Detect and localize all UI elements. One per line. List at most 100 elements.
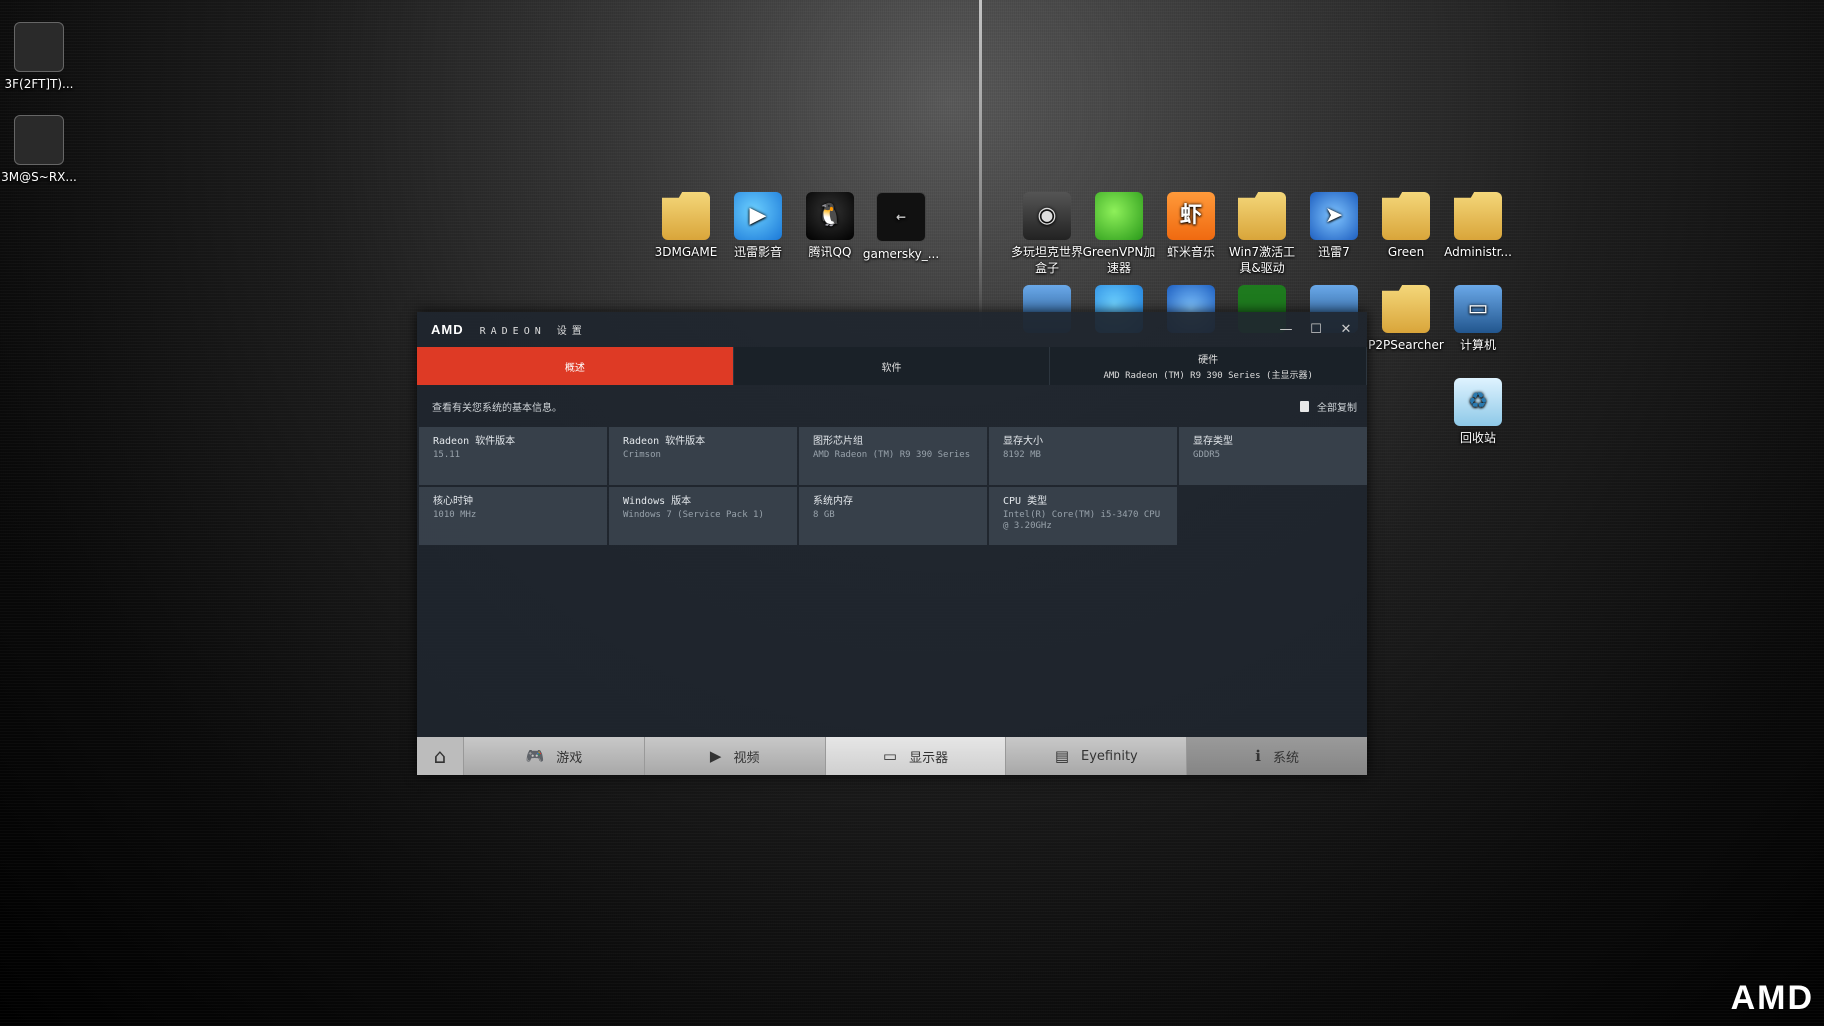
info-grid: Radeon 软件版本 15.11 Radeon 软件版本 Crimson 图形… [417, 427, 1367, 545]
cell-value: Crimson [623, 450, 661, 460]
cell-label: Windows 版本 [623, 496, 692, 507]
tab-label: 硬件 [1198, 355, 1219, 366]
nav-label: 显示器 [909, 750, 949, 766]
info-cell-software-version: Radeon 软件版本 15.11 [419, 427, 607, 485]
desktop-icon-administrator[interactable]: Administr... [1439, 192, 1517, 260]
cell-label: 显存类型 [1193, 436, 1233, 447]
folder-icon [1238, 192, 1286, 240]
cell-value: Windows 7 (Service Pack 1) [623, 510, 764, 520]
bottom-nav: ⌂ 🎮 游戏 ▶ 视频 ▭ 显示器 ▤ Eyefinity ℹ 系统 [417, 737, 1368, 775]
desktop-icon-label: Administr... [1444, 245, 1512, 259]
info-cell-graphics-chipset: 图形芯片组 AMD Radeon (TM) R9 390 Series [799, 427, 987, 485]
desktop-icon-label: Win7激活工具&驱动 [1228, 245, 1296, 275]
desktop-icon-xiami[interactable]: 虾 虾米音乐 [1152, 192, 1230, 260]
nav-video[interactable]: ▶ 视频 [644, 737, 826, 775]
desktop-icon-xunlei-player[interactable]: ▶ 迅雷影音 [719, 192, 797, 260]
home-icon: ⌂ [433, 744, 447, 768]
desktop-icon-3m[interactable]: 3M@S~RX... [0, 115, 78, 185]
amd-corner-logo: AMD [1730, 979, 1814, 1017]
cell-value: 15.11 [433, 450, 461, 460]
info-cell-system-memory: 系统内存 8 GB [799, 487, 987, 545]
title-bar[interactable]: AMD RADEON 设置 — ☐ ✕ [417, 312, 1367, 347]
desktop-icon-label: gamersky_... [862, 247, 940, 261]
desktop-icon-tank-box[interactable]: ◉ 多玩坦克世界盒子 [1008, 192, 1086, 276]
nav-eyefinity[interactable]: ▤ Eyefinity [1006, 737, 1188, 775]
info-cell-windows-version: Windows 版本 Windows 7 (Service Pack 1) [609, 487, 797, 545]
minimize-button[interactable]: — [1271, 318, 1301, 340]
tab-bar: 概述 软件 硬件 AMD Radeon (TM) R9 390 Series (… [417, 347, 1368, 385]
tab-software[interactable]: 软件 [733, 347, 1051, 385]
info-cell-core-clock: 核心时钟 1010 MHz [419, 487, 607, 545]
info-cell-empty [1179, 487, 1367, 545]
app-title: RADEON 设置 [479, 326, 587, 337]
leaf-icon [1095, 192, 1143, 240]
nav-display[interactable]: ▭ 显示器 [825, 737, 1007, 775]
desktop-icon-gamersky[interactable]: ← gamersky_... [862, 192, 940, 262]
cell-value: 8 GB [813, 510, 835, 520]
shortcut-file-icon: ← [876, 192, 926, 242]
tab-sublabel: AMD Radeon (TM) R9 390 Series (主显示器) [1103, 371, 1313, 381]
info-cell-software-edition: Radeon 软件版本 Crimson [609, 427, 797, 485]
maximize-button[interactable]: ☐ [1301, 318, 1331, 340]
nav-home-button[interactable]: ⌂ [417, 737, 464, 775]
cell-value: 8192 MB [1003, 450, 1041, 460]
close-button[interactable]: ✕ [1331, 318, 1361, 340]
tab-hardware[interactable]: 硬件 AMD Radeon (TM) R9 390 Series (主显示器) [1050, 347, 1368, 385]
desktop-icon-xunlei7[interactable]: ➤ 迅雷7 [1295, 192, 1373, 260]
radeon-settings-window: AMD RADEON 设置 — ☐ ✕ 概述 软件 硬件 AMD Radeon … [417, 312, 1368, 775]
desktop-icon-label: 回收站 [1459, 431, 1496, 445]
desktop-icon-label: 3DMGAME [654, 245, 718, 259]
nav-gaming[interactable]: 🎮 游戏 [463, 737, 645, 775]
copy-all-button[interactable]: 全部复制 [1300, 399, 1357, 414]
copy-all-label: 全部复制 [1317, 402, 1357, 414]
amd-logo: AMD [431, 322, 464, 337]
nav-label: Eyefinity [1081, 748, 1138, 764]
tab-overview[interactable]: 概述 [417, 347, 734, 385]
tab-label: 概述 [564, 362, 585, 374]
thunder-bird-icon: ➤ [1310, 192, 1358, 240]
nav-label: 视频 [733, 750, 760, 766]
desktop-icon-computer[interactable]: ▭ 计算机 [1439, 285, 1517, 353]
qq-penguin-icon: 🐧 [806, 192, 854, 240]
nav-system[interactable]: ℹ 系统 [1187, 737, 1368, 775]
play-icon: ▶ [709, 747, 722, 765]
cell-label: 图形芯片组 [813, 436, 863, 447]
desktop-icon-label: Green [1387, 245, 1425, 259]
cell-label: CPU 类型 [1003, 496, 1048, 507]
desktop-icon-p2psearcher[interactable]: P2PSearcher [1367, 285, 1445, 353]
desktop-icon-win7-tools[interactable]: Win7激活工具&驱动 [1223, 192, 1301, 276]
cell-label: 核心时钟 [433, 496, 473, 507]
user-folder-icon [1454, 192, 1502, 240]
clipboard-icon [1300, 400, 1309, 412]
info-icon: ℹ [1255, 747, 1261, 765]
desktop-icon-greenvpn[interactable]: GreenVPN加速器 [1080, 192, 1158, 276]
cell-label: Radeon 软件版本 [433, 436, 516, 447]
cell-value: 1010 MHz [433, 510, 477, 520]
desktop-icon-green[interactable]: Green [1367, 192, 1445, 260]
folder-icon [662, 192, 710, 240]
desktop-icon-qq[interactable]: 🐧 腾讯QQ [791, 192, 869, 260]
cell-label: Radeon 软件版本 [623, 436, 706, 447]
nav-label: 游戏 [556, 750, 583, 766]
cell-value: GDDR5 [1193, 450, 1221, 460]
xiami-music-icon: 虾 [1167, 192, 1215, 240]
desktop-icon-recycle-bin[interactable]: ♻ 回收站 [1439, 378, 1517, 446]
info-bar: 查看有关您系统的基本信息。 全部复制 [417, 385, 1367, 427]
desktop-icon-label: 计算机 [1459, 338, 1496, 352]
desktop-icon-label: 多玩坦克世界盒子 [1010, 245, 1083, 275]
desktop-icon-3f[interactable]: 3F(2FT]T)... [0, 22, 78, 92]
desktop-icon-label: 虾米音乐 [1166, 245, 1215, 259]
gamepad-icon: 🎮 [525, 747, 545, 765]
tab-label: 软件 [881, 362, 902, 374]
file-icon [14, 22, 64, 72]
info-cell-cpu-type: CPU 类型 Intel(R) Core(TM) i5-3470 CPU @ 3… [989, 487, 1177, 545]
folder-icon [1382, 192, 1430, 240]
desktop-icon-label: GreenVPN加速器 [1082, 245, 1156, 275]
desktop-icon-3dmgame[interactable]: 3DMGAME [647, 192, 725, 260]
xunlei-player-icon: ▶ [734, 192, 782, 240]
cell-value: AMD Radeon (TM) R9 390 Series [813, 450, 971, 460]
recycle-bin-icon: ♻ [1454, 378, 1502, 426]
info-text: 查看有关您系统的基本信息。 [432, 402, 562, 414]
folder-icon [1382, 285, 1430, 333]
desktop-icon-label: 3M@S~RX... [1, 170, 77, 184]
